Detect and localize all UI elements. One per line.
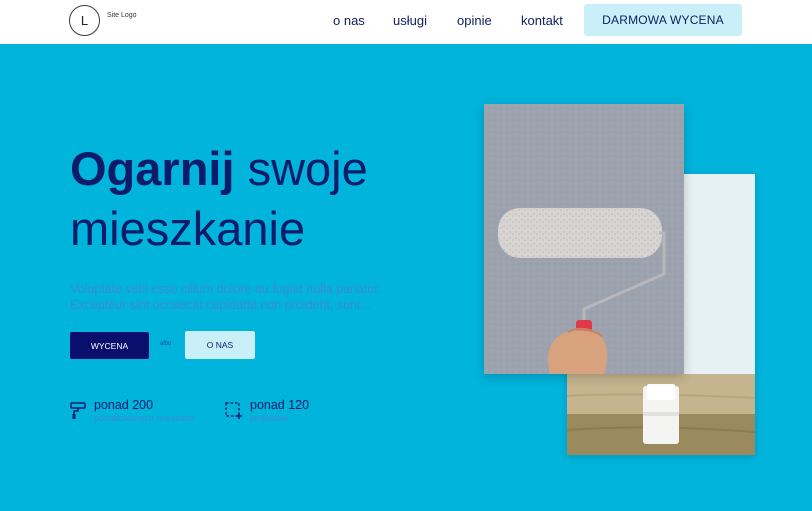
stat-projects-label: projektów	[250, 413, 289, 423]
or-label: albo	[160, 341, 172, 347]
free-quote-button[interactable]: DARMOWA WYCENA	[584, 4, 742, 36]
hero-lead: Voluptate velit esse cillum dolore eu fu…	[70, 282, 382, 312]
about-button[interactable]: O NAS	[185, 331, 255, 359]
stat-apartments-label: pomalowanych mieszkoń	[94, 413, 195, 423]
logo-letter: L	[80, 13, 89, 28]
hero-title: Ogarnij swoje mieszkanie	[70, 139, 450, 259]
nav-link-o-nas[interactable]: o nas	[333, 13, 365, 28]
paint-roller-photo	[484, 104, 684, 374]
site-header: L Site Logo o nas usługi opinie kontakt …	[0, 0, 812, 44]
paint-roller-icon	[70, 402, 86, 419]
logo-mark[interactable]: L	[69, 5, 100, 36]
nav-link-kontakt[interactable]: kontakt	[521, 13, 563, 28]
nav-link-uslugi[interactable]: usługi	[393, 13, 427, 28]
stat-apartments-number: ponad 200	[94, 398, 154, 412]
hero-title-bold: Ogarnij	[70, 142, 235, 195]
selection-add-icon	[225, 402, 242, 419]
quote-button[interactable]: WYCENA	[70, 332, 149, 359]
logo-text[interactable]: Site Logo	[107, 11, 137, 20]
stat-projects-number: ponad 120	[250, 398, 310, 412]
nav-link-opinie[interactable]: opinie	[457, 13, 492, 28]
